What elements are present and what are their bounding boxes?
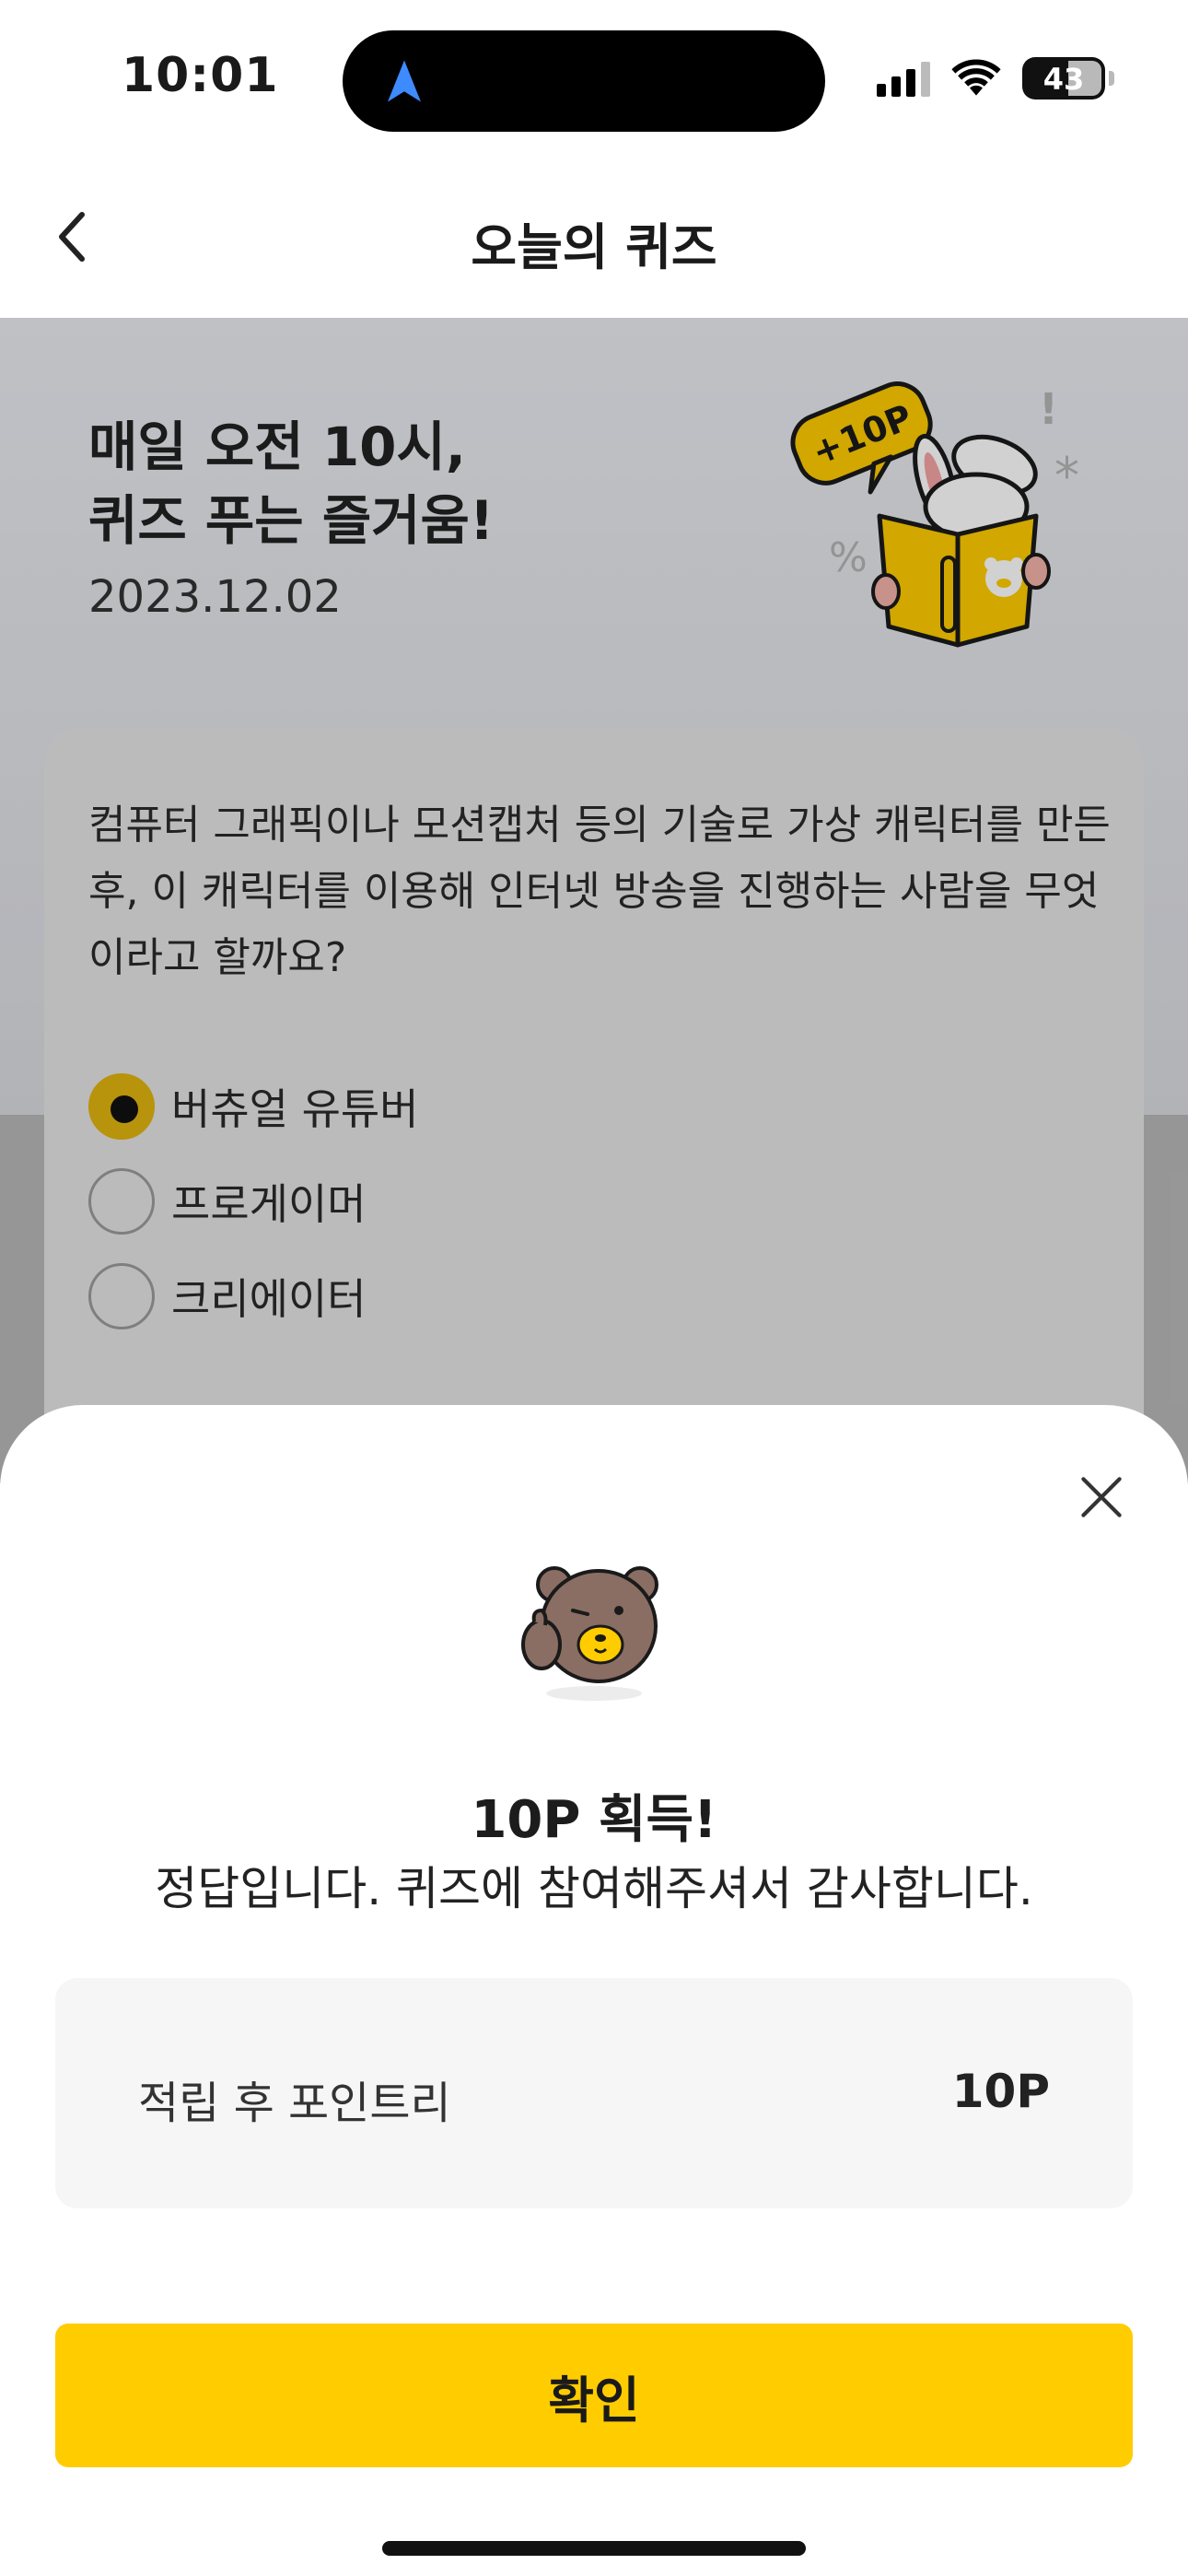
signal-icon [877,60,930,97]
bear-thumbs-up-illustration [521,1566,658,1701]
nav-header: 오늘의 퀴즈 [0,157,1188,318]
status-bar: 10:01 43 [0,0,1188,157]
reward-message: 정답입니다. 퀴즈에 참여해주셔서 감사합니다. [155,1862,1033,1915]
battery-icon: 43 [1022,57,1105,100]
home-indicator[interactable] [382,2541,806,2556]
confirm-button[interactable]: 확인 [55,2324,1133,2467]
modal-dim-overlay[interactable] [0,318,1188,1483]
battery-tip [1109,71,1114,86]
reward-bottom-sheet: 10P 획득! 정답입니다. 퀴즈에 참여해주셔서 감사합니다. 적립 후 포인… [0,1405,1188,2576]
reward-title: 10P 획득! [471,1790,717,1850]
close-icon[interactable] [1076,1471,1127,1523]
dynamic-island [343,30,825,132]
status-icons: 43 [877,53,1114,103]
location-arrow-icon [388,60,421,102]
points-value: 10P [951,2065,1050,2118]
quiz-page: 10:01 43 오늘의 퀴즈 매일 오전 10시, 퀴즈 푸는 즐거움! 20… [0,0,1188,2576]
status-time: 10:01 [122,48,279,103]
page-title: 오늘의 퀴즈 [471,218,717,276]
wifi-icon [951,59,1001,96]
points-summary-box: 적립 후 포인트리 10P [55,1978,1133,2208]
points-label: 적립 후 포인트리 [138,2078,451,2129]
battery-percent: 43 [1042,62,1085,97]
